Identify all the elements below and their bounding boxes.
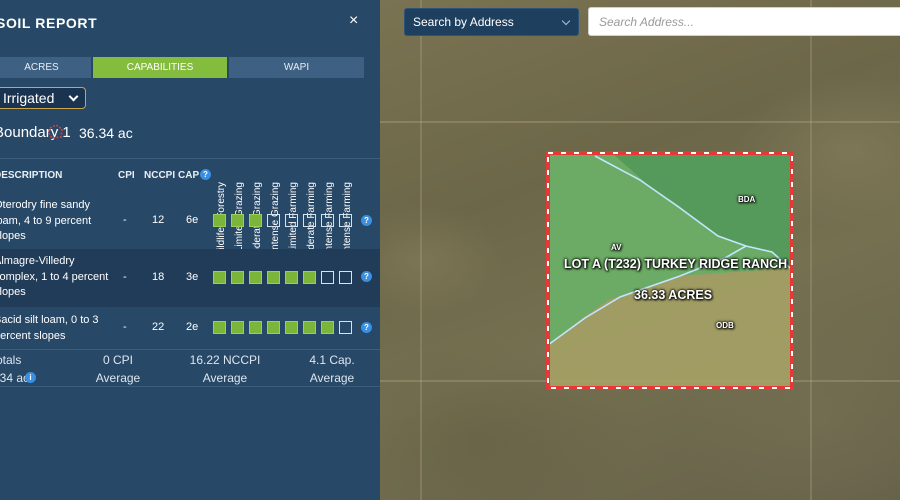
help-icon[interactable]: ?	[361, 322, 372, 333]
cpi-value: -	[123, 214, 127, 226]
soil-description: Oterodry fine sandy loam, 4 to 9 percent…	[0, 199, 92, 242]
help-icon[interactable]: ?	[361, 215, 372, 226]
capability-box-filled	[285, 271, 298, 284]
divider	[0, 386, 380, 387]
totals-cpi: 0 CPI	[102, 353, 133, 367]
soil-label-av: AV	[611, 243, 622, 252]
totals-cap-sub: Average	[309, 371, 355, 385]
cpi-value: -	[123, 271, 127, 283]
chevron-down-icon	[68, 91, 79, 102]
capability-box-empty	[267, 214, 280, 227]
satellite-map[interactable]	[380, 0, 900, 500]
totals-cap: 4.1 Cap.	[309, 353, 355, 367]
nccpi-value: 18	[152, 271, 165, 283]
capability-box-empty	[321, 214, 334, 227]
totals-nccpi: 16.22 NCCPI	[189, 353, 261, 367]
capability-box-filled	[267, 321, 280, 334]
capability-box-filled	[249, 214, 262, 227]
totals-cpi-sub: Average	[95, 371, 141, 385]
capability-box-empty	[339, 214, 352, 227]
capability-boxes	[213, 321, 352, 334]
soil-description: Bacid silt loam, 0 to 3 percent slopes	[0, 314, 99, 342]
cap-value: 2e	[186, 321, 199, 333]
col-cap: CAP	[178, 170, 200, 181]
cpi-value: -	[123, 321, 127, 333]
tab-capabilities[interactable]: CAPABILITIES	[93, 57, 227, 78]
capability-box-empty	[339, 271, 352, 284]
capability-box-filled	[231, 321, 244, 334]
capability-box-filled	[285, 321, 298, 334]
totals-label: Totals	[0, 353, 22, 367]
divider	[0, 158, 380, 159]
capability-box-empty	[339, 321, 352, 334]
capability-box-filled	[303, 271, 316, 284]
capability-box-empty	[303, 214, 316, 227]
search-type-select[interactable]: Search by Address	[404, 8, 579, 36]
panel-title: SOIL REPORT	[0, 15, 98, 31]
nccpi-value: 22	[152, 321, 165, 333]
cap-value: 6e	[186, 214, 199, 226]
soil-report-panel: SOIL REPORT × ACRES CAPABILITIES WAPI Ir…	[0, 0, 380, 500]
report-tabs: ACRES CAPABILITIES WAPI	[0, 57, 364, 78]
capability-box-filled	[213, 321, 226, 334]
col-nccpi: NCCPI	[144, 170, 176, 181]
totals-nccpi-sub: Average	[202, 371, 248, 385]
info-icon[interactable]: i	[25, 372, 36, 383]
capability-box-empty	[321, 271, 334, 284]
chevron-down-icon	[561, 16, 571, 26]
capability-box-empty	[285, 214, 298, 227]
capability-box-filled	[249, 271, 262, 284]
table-row[interactable]: Oterodry fine sandy loam, 4 to 9 percent…	[0, 192, 380, 248]
capability-box-filled	[213, 214, 226, 227]
irrigation-select[interactable]: Irrigated	[0, 87, 86, 109]
parcel-overlay[interactable]	[380, 0, 900, 500]
soil-description: Almagre-Villedry complex, 1 to 4 percent…	[0, 255, 109, 298]
capability-boxes	[213, 214, 352, 227]
soil-label-odb: ODB	[716, 321, 734, 330]
capability-box-filled	[321, 321, 334, 334]
capability-box-filled	[267, 271, 280, 284]
tab-wapi[interactable]: WAPI	[229, 57, 364, 78]
capability-box-filled	[231, 214, 244, 227]
irrigation-select-value: Irrigated	[3, 90, 55, 106]
capability-box-filled	[303, 321, 316, 334]
col-cpi: CPI	[118, 170, 135, 181]
divider	[0, 349, 380, 350]
close-icon[interactable]: ×	[349, 12, 358, 30]
soil-label-bda: BDA	[738, 195, 756, 204]
tab-acres[interactable]: ACRES	[0, 57, 91, 78]
boundary-acres: 36.34 ac	[79, 125, 133, 141]
search-type-label: Search by Address	[413, 15, 514, 29]
parcel-acres-label: 36.33 ACRES	[634, 288, 713, 302]
help-icon[interactable]: ?	[200, 169, 211, 180]
parcel-name-label: LOT A (T232) TURKEY RIDGE RANCH	[564, 257, 788, 271]
cap-value: 3e	[186, 271, 199, 283]
boundary-icon	[48, 124, 63, 139]
nccpi-value: 12	[152, 214, 165, 226]
help-icon[interactable]: ?	[361, 271, 372, 282]
capability-box-filled	[231, 271, 244, 284]
capability-boxes	[213, 271, 352, 284]
capability-box-filled	[213, 271, 226, 284]
search-address-input[interactable]	[588, 7, 900, 36]
table-row[interactable]: Bacid silt loam, 0 to 3 percent slopes -…	[0, 307, 380, 349]
capability-box-filled	[249, 321, 262, 334]
col-description: DESCRIPTION	[0, 170, 63, 181]
table-row[interactable]: Almagre-Villedry complex, 1 to 4 percent…	[0, 249, 380, 307]
